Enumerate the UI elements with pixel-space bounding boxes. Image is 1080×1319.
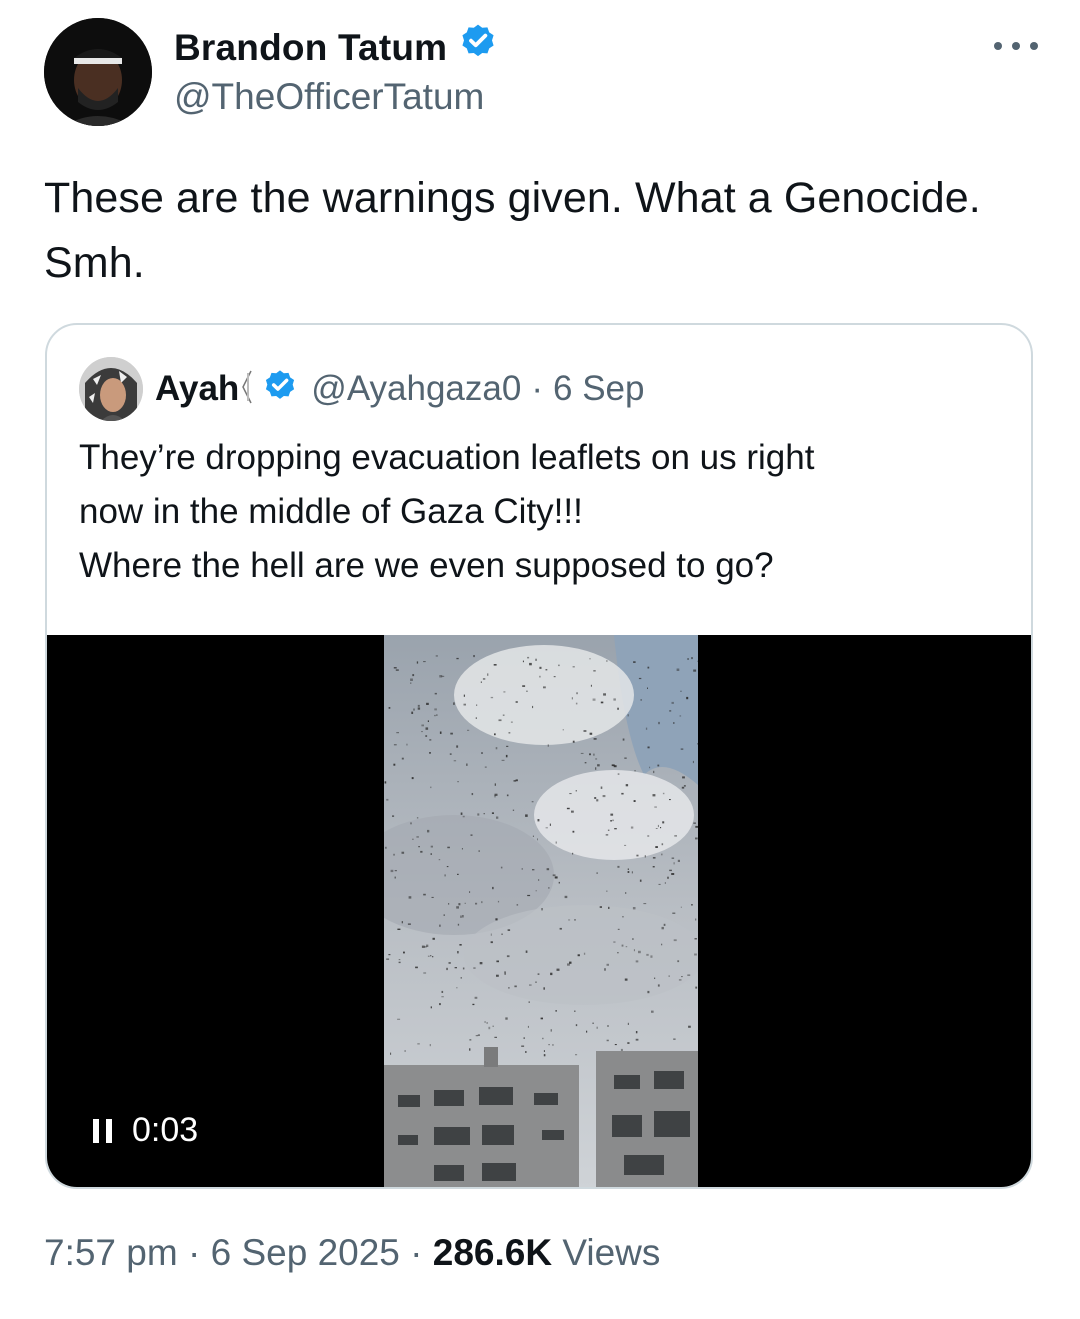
- views-count: 286.6K: [432, 1232, 553, 1273]
- video-frame[interactable]: [384, 635, 698, 1187]
- quoted-author-name[interactable]: Ayah: [155, 369, 239, 409]
- quoted-author-avatar[interactable]: [79, 357, 143, 421]
- author-name-row[interactable]: Brandon Tatum: [174, 22, 499, 73]
- video-time: 0:03: [132, 1111, 199, 1149]
- quoted-tweet-card[interactable]: Ayah @Ayahgaza0 · 6 Sep They’re dropping…: [45, 323, 1033, 1189]
- video-player[interactable]: 0:03: [47, 635, 1031, 1187]
- quoted-text-line-2: now in the middle of Gaza City!!!: [79, 492, 583, 531]
- author-handle[interactable]: @TheOfficerTatum: [174, 76, 484, 118]
- author-name[interactable]: Brandon Tatum: [174, 27, 447, 69]
- tweet-date[interactable]: 6 Sep 2025: [211, 1232, 400, 1273]
- quoted-tweet-header: Ayah @Ayahgaza0 · 6 Sep: [79, 357, 644, 421]
- video-controls: 0:03: [93, 1111, 198, 1150]
- author-avatar[interactable]: [44, 18, 152, 126]
- meta-separator-1: ·: [187, 1232, 201, 1273]
- pause-icon[interactable]: [93, 1118, 112, 1143]
- quoted-text-line-3: Where the hell are we even supposed to g…: [79, 546, 774, 585]
- more-options-icon[interactable]: [994, 36, 1038, 56]
- tweet-meta: 7:57 pm · 6 Sep 2025 · 286.6K Views: [44, 1232, 660, 1274]
- views-label: Views: [562, 1232, 661, 1273]
- quoted-text-line-1: They’re dropping evacuation leaflets on …: [79, 438, 815, 477]
- quoted-tweet-text: They’re dropping evacuation leaflets on …: [79, 431, 999, 593]
- tweet-text: These are the warnings given. What a Gen…: [44, 166, 1044, 296]
- meta-separator-2: ·: [410, 1232, 423, 1273]
- tweet-text-line-2: Smh.: [44, 239, 145, 287]
- verified-badge-icon: [457, 22, 499, 73]
- tweet-time[interactable]: 7:57 pm: [44, 1232, 178, 1273]
- quoted-date[interactable]: 6 Sep: [553, 369, 644, 409]
- tweet-text-line-1: These are the warnings given. What a Gen…: [44, 174, 981, 222]
- palestine-flag-icon: [241, 369, 253, 410]
- quoted-author-handle[interactable]: @Ayahgaza0: [311, 369, 521, 409]
- quoted-verified-badge-icon: [261, 368, 299, 411]
- quoted-separator: ·: [531, 369, 543, 408]
